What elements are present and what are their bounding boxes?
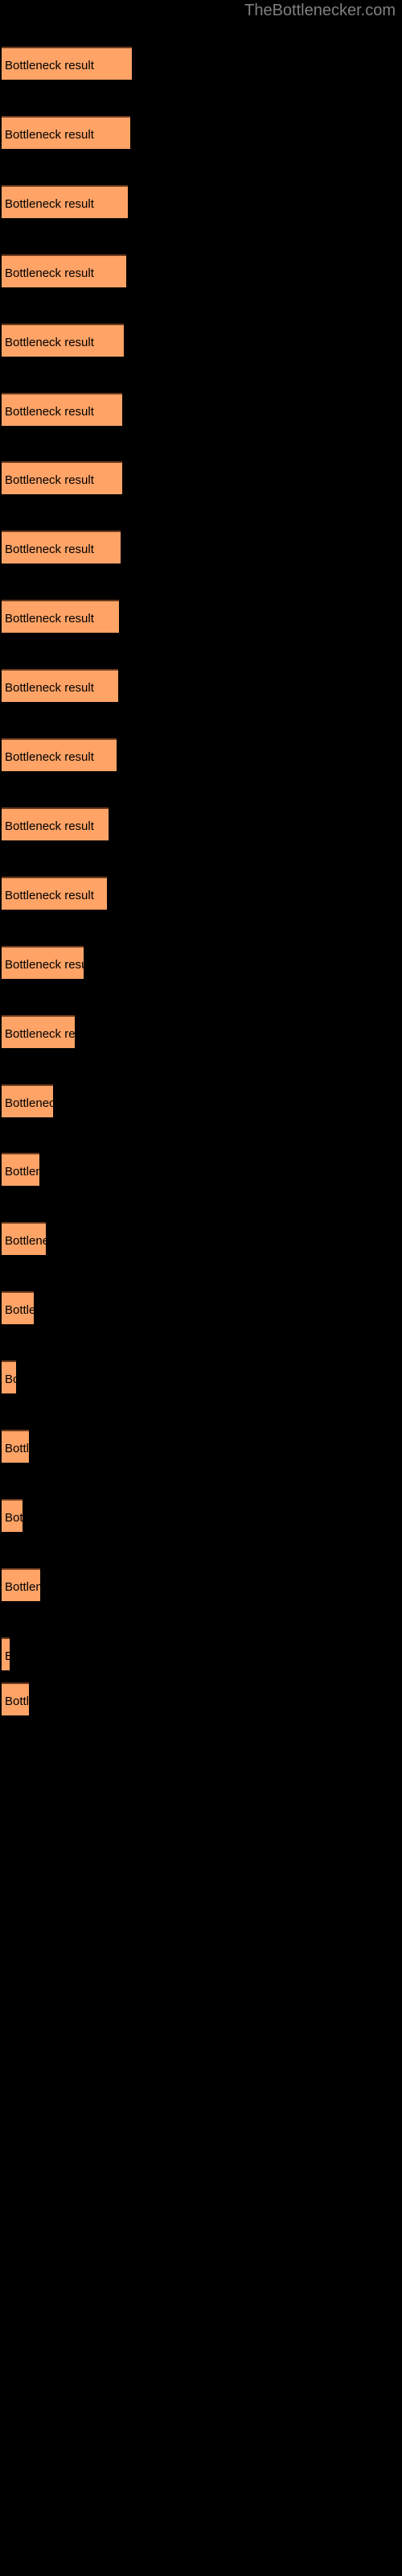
bar-label: Bottleneck result: [5, 889, 94, 902]
bottleneck-bar[interactable]: Bottleneck result: [2, 1637, 10, 1670]
bar-row: Bottleneck result: [2, 1360, 16, 1393]
bar-row: Bottleneck result: [2, 1153, 39, 1186]
bottleneck-bar[interactable]: Bottleneck result: [2, 1291, 34, 1324]
bottleneck-bar[interactable]: Bottleneck result: [2, 1222, 46, 1255]
bar-label: Bottleneck result: [5, 405, 94, 419]
bottleneck-bar[interactable]: Bottleneck result: [2, 669, 118, 702]
bar-row: Bottleneck result: [2, 461, 122, 494]
bar-label: Bottleneck result: [5, 681, 94, 695]
bottleneck-bar[interactable]: Bottleneck result: [2, 1153, 39, 1186]
bar-label: Bottleneck result: [5, 1373, 16, 1386]
bottleneck-bar[interactable]: Bottleneck result: [2, 324, 124, 357]
bar-label: Bottleneck result: [5, 1234, 46, 1248]
bar-row: Bottleneck result: [2, 1222, 46, 1255]
bottleneck-bar[interactable]: Bottleneck result: [2, 185, 128, 218]
bottleneck-bar[interactable]: Bottleneck result: [2, 738, 117, 771]
bottleneck-bar-chart: Bottleneck result Bottleneck result Bottle…: [0, 0, 402, 2576]
bar-row: Bottleneck result: [2, 1015, 75, 1048]
bar-row: Bottleneck result: [2, 1568, 40, 1601]
bar-label: Bottleneck result: [5, 1511, 23, 1525]
bar-row: Bottleneck result: [2, 393, 122, 426]
bottleneck-bar[interactable]: Bottleneck result: [2, 1015, 75, 1048]
bottleneck-bar[interactable]: Bottleneck result: [2, 1360, 16, 1393]
bar-label: Bottleneck result: [5, 1303, 34, 1317]
bottleneck-bar[interactable]: Bottleneck result: [2, 116, 130, 149]
bar-label: Bottleneck result: [5, 128, 94, 142]
bar-row: Bottleneck result: [2, 530, 121, 564]
bar-row: Bottleneck result: [2, 946, 84, 979]
bar-label: Bottleneck result: [5, 1442, 29, 1455]
bar-row: Bottleneck result: [2, 738, 117, 771]
bar-label: Bottleneck result: [5, 543, 94, 556]
bar-row: Bottleneck result: [2, 116, 130, 149]
bar-label: Bottleneck result: [5, 197, 94, 211]
bar-label: Bottleneck result: [5, 612, 94, 625]
bottleneck-bar[interactable]: Bottleneck result: [2, 1084, 53, 1117]
bar-row: Bottleneck result: [2, 254, 126, 287]
bar-row: Bottleneck result: [2, 1291, 34, 1324]
bar-label: Bottleneck result: [5, 1027, 75, 1041]
bar-row: Bottleneck result: [2, 324, 124, 357]
bar-row: Bottleneck result: [2, 1499, 23, 1532]
bar-label: Bottleneck result: [5, 1096, 53, 1110]
bar-label: Bottleneck result: [5, 1695, 29, 1708]
bottleneck-bar[interactable]: Bottleneck result: [2, 946, 84, 979]
bar-row: Bottleneck result: [2, 1682, 29, 1715]
bottleneck-bar[interactable]: Bottleneck result: [2, 530, 121, 564]
bottleneck-bar[interactable]: Bottleneck result: [2, 393, 122, 426]
bar-row: Bottleneck result: [2, 807, 109, 840]
bar-row: Bottleneck result: [2, 600, 119, 633]
bottleneck-bar[interactable]: Bottleneck result: [2, 1430, 29, 1463]
bar-row: Bottleneck result: [2, 47, 132, 80]
bar-row: Bottleneck result: [2, 669, 118, 702]
bar-row: Bottleneck result: [2, 1084, 53, 1117]
bar-row: Bottleneck result: [2, 1430, 29, 1463]
bar-label: Bottleneck result: [5, 473, 94, 487]
bar-label: Bottleneck result: [5, 59, 94, 72]
bar-label: Bottleneck result: [5, 958, 84, 972]
bottleneck-bar[interactable]: Bottleneck result: [2, 461, 122, 494]
bar-row: Bottleneck result: [2, 877, 107, 910]
bar-row: Bottleneck result: [2, 1637, 10, 1670]
bottleneck-bar[interactable]: Bottleneck result: [2, 1682, 29, 1715]
bar-label: Bottleneck result: [5, 1639, 10, 1670]
bar-label: Bottleneck result: [5, 1165, 39, 1179]
bar-label: Bottleneck result: [5, 266, 94, 280]
bottleneck-bar[interactable]: Bottleneck result: [2, 877, 107, 910]
bar-row: Bottleneck result: [2, 185, 128, 218]
bottleneck-bar[interactable]: Bottleneck result: [2, 600, 119, 633]
bottleneck-bar[interactable]: Bottleneck result: [2, 807, 109, 840]
bottleneck-bar[interactable]: Bottleneck result: [2, 47, 132, 80]
bottleneck-bar[interactable]: Bottleneck result: [2, 1568, 40, 1601]
bar-label: Bottleneck result: [5, 819, 94, 833]
bar-label: Bottleneck result: [5, 750, 94, 764]
bottleneck-bar[interactable]: Bottleneck result: [2, 1499, 23, 1532]
bar-label: Bottleneck result: [5, 336, 94, 349]
bottleneck-bar[interactable]: Bottleneck result: [2, 254, 126, 287]
bar-label: Bottleneck result: [5, 1580, 40, 1594]
